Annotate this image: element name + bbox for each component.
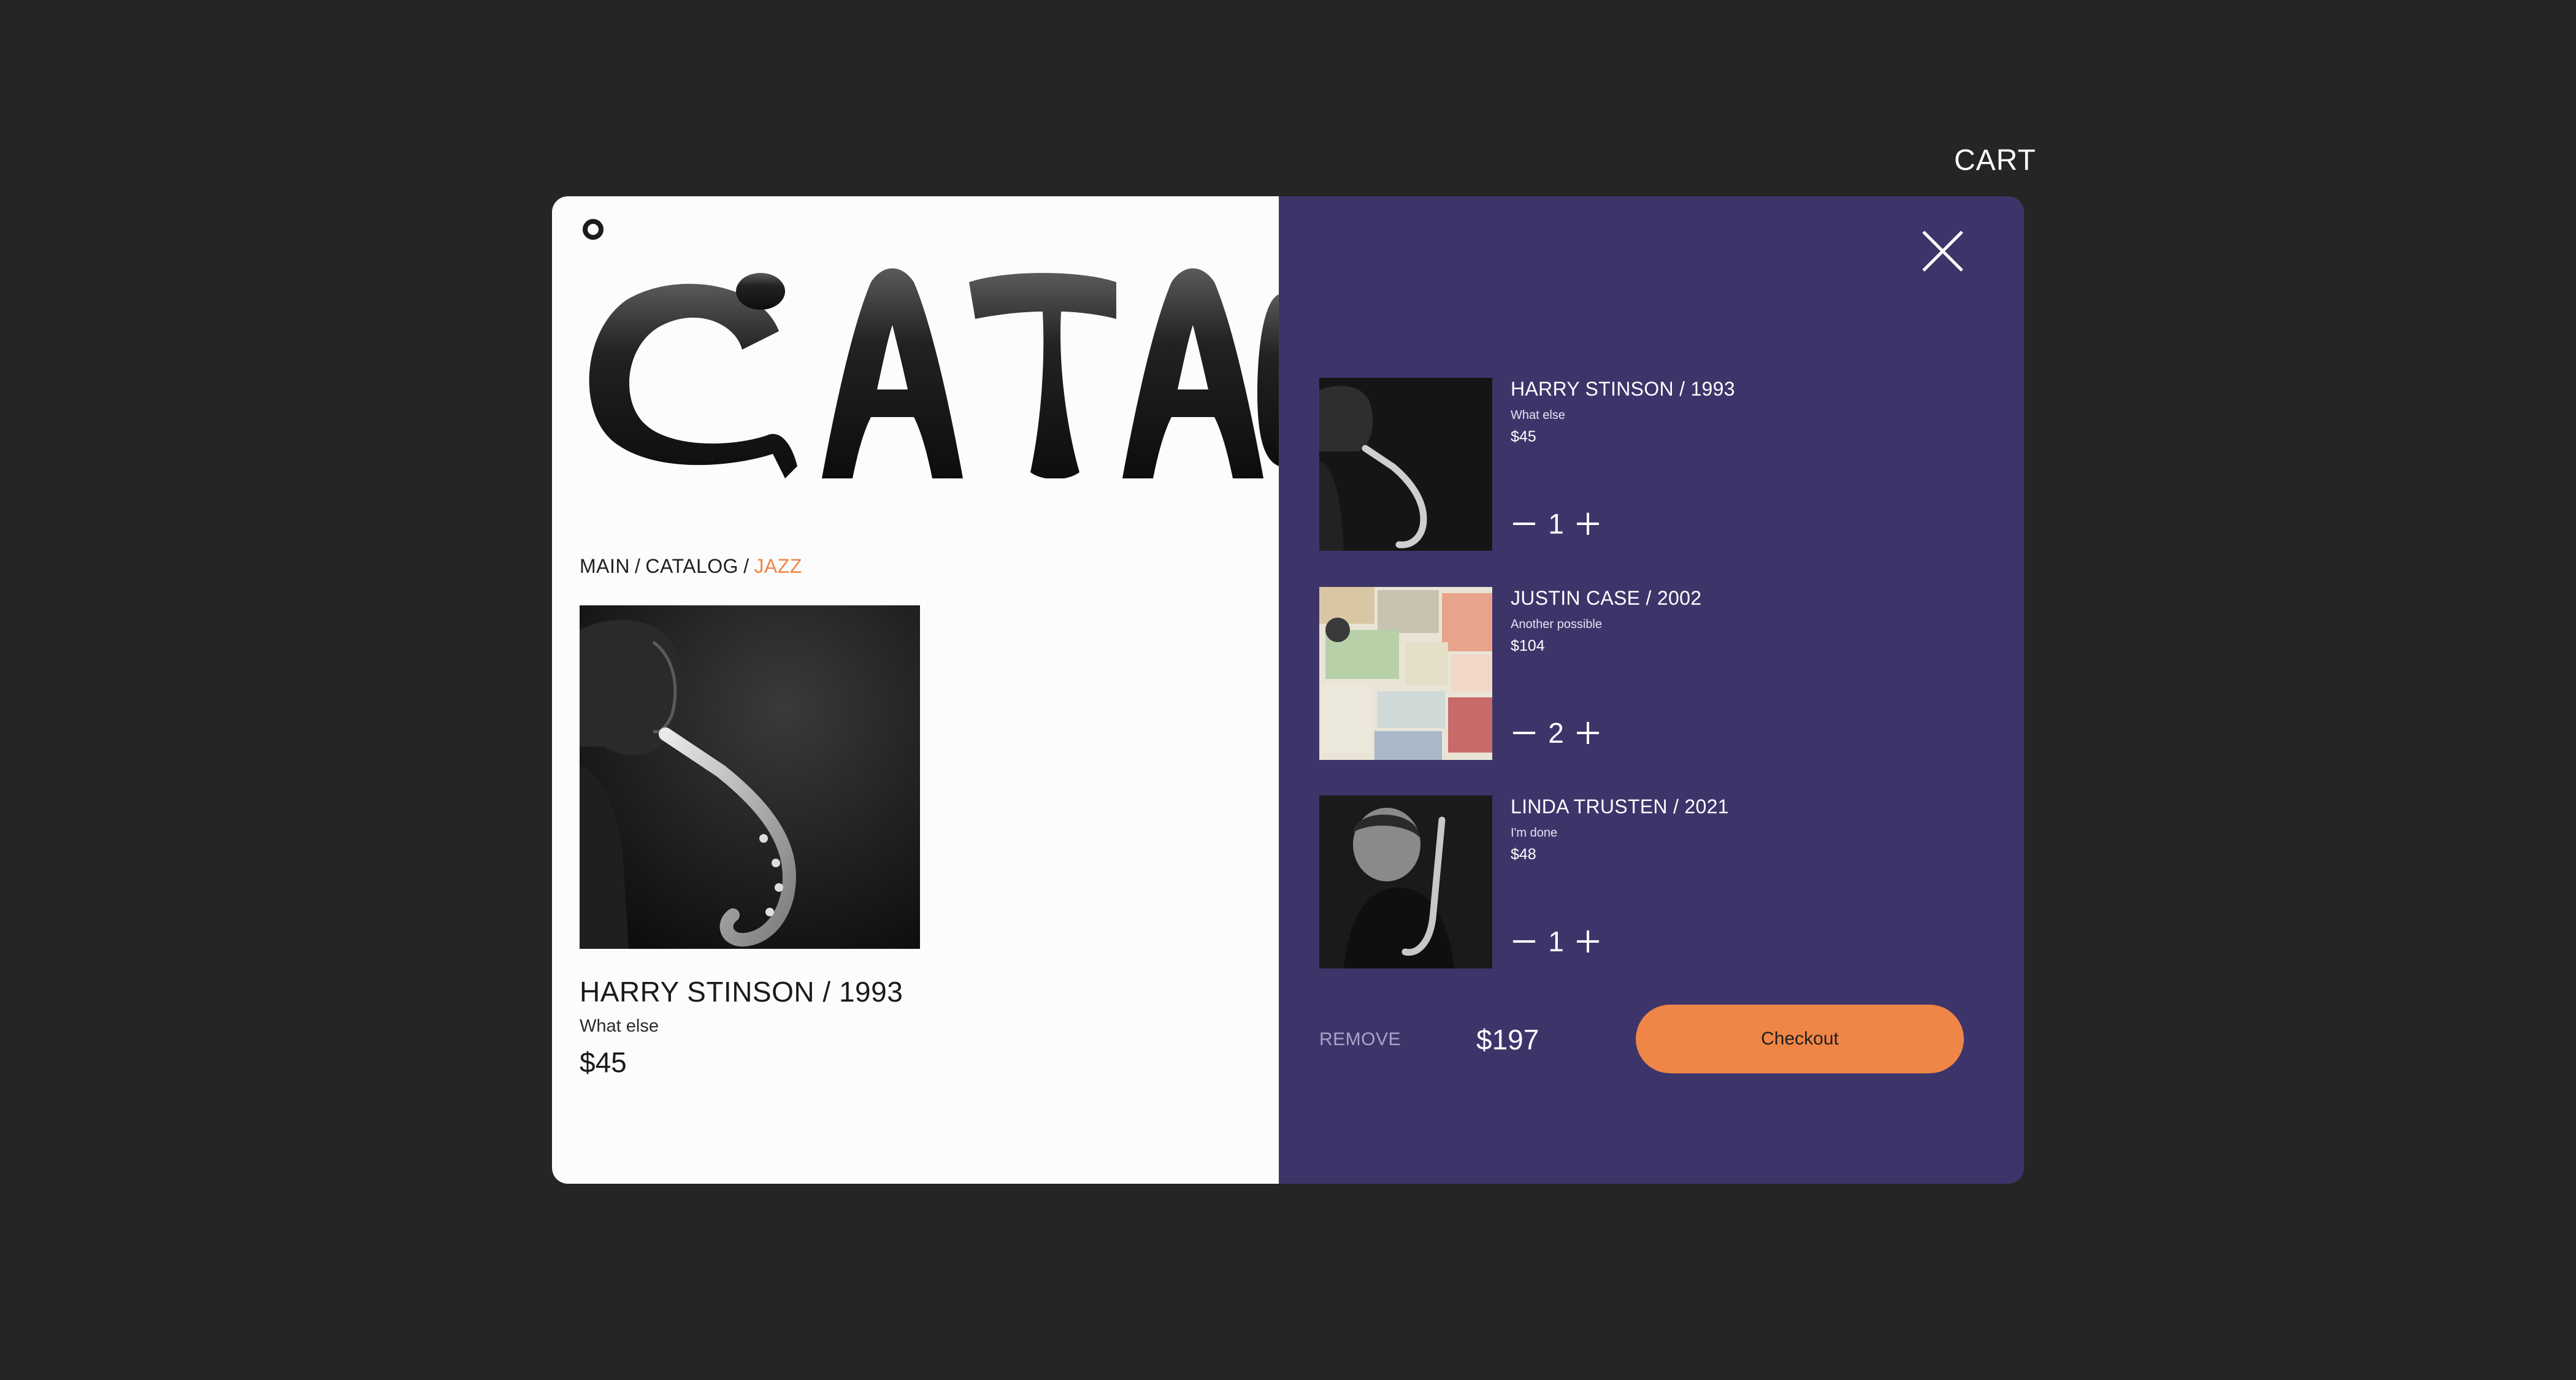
cart-item-title: HARRY STINSON / 1993	[1511, 378, 1735, 400]
quantity-stepper: 1	[1511, 924, 1601, 959]
checkout-button[interactable]: Checkout	[1636, 1005, 1964, 1073]
cart-item-title: JUSTIN CASE / 2002	[1511, 587, 1702, 609]
product-subtitle: What else	[580, 1016, 659, 1036]
remove-button[interactable]: REMOVE	[1319, 1029, 1401, 1050]
product-price: $45	[580, 1046, 627, 1078]
cart-item-subtitle: What else	[1511, 408, 1565, 422]
cart-item-subtitle: Another possible	[1511, 618, 1602, 631]
cart-item: JUSTIN CASE / 2002 Another possible $104…	[1319, 587, 1933, 760]
cart-item: HARRY STINSON / 1993 What else $45 1	[1319, 378, 1933, 551]
minus-icon[interactable]	[1511, 510, 1538, 537]
catalog-hero-lettering	[577, 258, 1279, 478]
breadcrumb-jazz[interactable]: JAZZ	[754, 555, 802, 577]
plus-icon[interactable]	[1574, 719, 1601, 746]
product-title: HARRY STINSON / 1993	[580, 976, 903, 1008]
product-image[interactable]	[580, 605, 920, 949]
cart-item-price: $45	[1511, 428, 1536, 445]
page: CART MAIN / CATALOG / JAZZ HARRY STINSON…	[0, 0, 2576, 1380]
plus-icon[interactable]	[1574, 928, 1601, 955]
cart-item-price: $104	[1511, 637, 1545, 654]
catalog-panel: MAIN / CATALOG / JAZZ HARRY STINSON / 19…	[552, 196, 1279, 1184]
breadcrumb: MAIN / CATALOG / JAZZ	[580, 555, 802, 578]
quantity-value: 1	[1548, 926, 1564, 957]
quantity-stepper: 2	[1511, 716, 1601, 750]
plus-icon[interactable]	[1574, 510, 1601, 537]
cart-item-thumbnail[interactable]	[1319, 795, 1492, 968]
close-icon[interactable]	[1920, 228, 1966, 274]
minus-icon[interactable]	[1511, 928, 1538, 955]
breadcrumb-catalog[interactable]: CATALOG	[645, 555, 738, 577]
cart-total: $197	[1476, 1024, 1539, 1056]
cart-modal: MAIN / CATALOG / JAZZ HARRY STINSON / 19…	[552, 196, 2024, 1184]
cart-panel: HARRY STINSON / 1993 What else $45 1 JUS…	[1279, 196, 2024, 1184]
cart-item-thumbnail[interactable]	[1319, 378, 1492, 551]
ring-logo-icon[interactable]	[583, 219, 604, 240]
minus-icon[interactable]	[1511, 719, 1538, 746]
cart-link[interactable]: CART	[1954, 144, 2036, 177]
breadcrumb-separator: /	[743, 555, 749, 577]
cart-item-price: $48	[1511, 846, 1536, 863]
cart-item-title: LINDA TRUSTEN / 2021	[1511, 795, 1729, 818]
breadcrumb-separator: /	[635, 555, 641, 577]
quantity-value: 1	[1548, 508, 1564, 540]
quantity-stepper: 1	[1511, 507, 1601, 541]
quantity-value: 2	[1548, 717, 1564, 749]
cart-item-subtitle: I'm done	[1511, 826, 1558, 840]
breadcrumb-main[interactable]: MAIN	[580, 555, 630, 577]
cart-item: LINDA TRUSTEN / 2021 I'm done $48 1	[1319, 795, 1933, 968]
cart-item-thumbnail[interactable]	[1319, 587, 1492, 760]
